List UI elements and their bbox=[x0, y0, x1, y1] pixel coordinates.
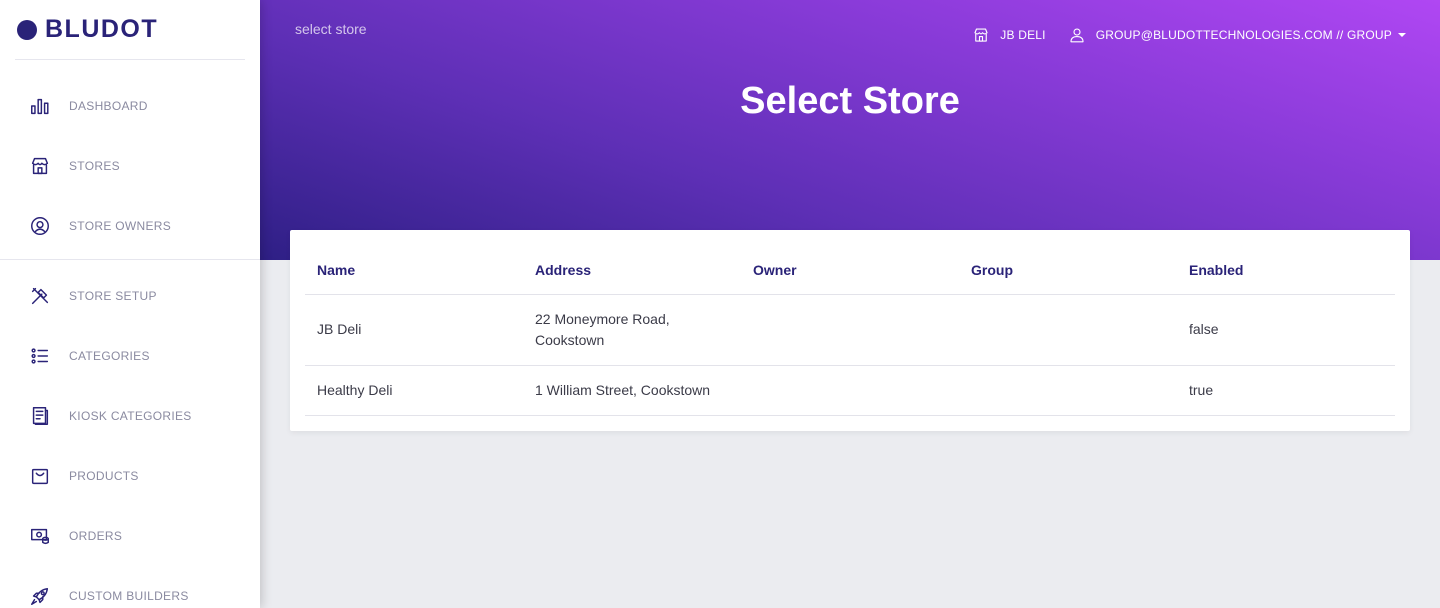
cell-enabled: true bbox=[1177, 365, 1395, 416]
store-icon bbox=[28, 154, 52, 178]
cell-address: 22 Moneymore Road, Cookstown bbox=[523, 294, 741, 366]
logo-dot-icon bbox=[17, 19, 37, 40]
cell-name: Healthy Deli bbox=[305, 365, 523, 416]
cell-address: 1 William Street, Cookstown bbox=[523, 365, 741, 416]
current-store-name: JB DELI bbox=[1000, 28, 1046, 42]
cell-name: JB Deli bbox=[305, 294, 523, 366]
tools-icon bbox=[28, 284, 52, 308]
sidebar-item-label: DASHBOARD bbox=[69, 99, 148, 113]
sidebar-item-stores[interactable]: STORES bbox=[0, 136, 260, 196]
sidebar-item-dashboard[interactable]: DASHBOARD bbox=[0, 76, 260, 136]
column-header-enabled: Enabled bbox=[1177, 230, 1395, 295]
document-icon bbox=[28, 404, 52, 428]
page-title: Select Store bbox=[740, 80, 960, 122]
money-icon bbox=[28, 524, 52, 548]
address-text: 22 Moneymore Road, Cookstown bbox=[535, 310, 670, 348]
table-header-row: Name Address Owner Group Enabled bbox=[305, 230, 1395, 295]
sidebar-item-label: CATEGORIES bbox=[69, 349, 150, 363]
brand-name: BLUDOT bbox=[45, 15, 159, 43]
sidebar-item-label: STORE SETUP bbox=[69, 289, 157, 303]
stores-table-card: Name Address Owner Group Enabled JB Deli… bbox=[290, 230, 1410, 431]
sidebar-item-label: ORDERS bbox=[69, 529, 123, 543]
sidebar-nav-main: DASHBOARD STORES STORE OWNERS bbox=[0, 60, 260, 260]
bar-chart-icon bbox=[28, 94, 52, 118]
user-icon bbox=[1070, 28, 1084, 43]
rocket-icon bbox=[28, 584, 52, 608]
column-header-group: Group bbox=[959, 230, 1177, 295]
top-nav: JB DELI GROUP@BLUDOTTECHNOLOGIES.COM // … bbox=[972, 26, 1406, 44]
user-menu-dropdown[interactable]: GROUP@BLUDOTTECHNOLOGIES.COM // GROUP bbox=[1068, 26, 1406, 44]
sidebar-item-store-owners[interactable]: STORE OWNERS bbox=[0, 196, 260, 256]
sidebar-item-orders[interactable]: ORDERS bbox=[0, 506, 260, 566]
brand-logo[interactable]: BLUDOT bbox=[15, 0, 245, 60]
cell-owner bbox=[741, 365, 959, 416]
sidebar-item-store-setup[interactable]: STORE SETUP bbox=[0, 266, 260, 326]
store-icon bbox=[974, 28, 988, 42]
page-header: select store JB DELI GROUP@BLUDOTTECHNOL… bbox=[260, 0, 1440, 260]
sidebar-item-kiosk-categories[interactable]: KIOSK CATEGORIES bbox=[0, 386, 260, 446]
bag-icon bbox=[28, 464, 52, 488]
cell-group bbox=[959, 365, 1177, 416]
column-header-name: Name bbox=[305, 230, 523, 295]
breadcrumb: select store bbox=[295, 21, 367, 37]
chevron-down-icon bbox=[1398, 33, 1406, 37]
sidebar-item-label: CUSTOM BUILDERS bbox=[69, 589, 189, 603]
owner-icon bbox=[28, 214, 52, 238]
user-email: GROUP@BLUDOTTECHNOLOGIES.COM // GROUP bbox=[1095, 28, 1392, 42]
table-row[interactable]: Healthy Deli 1 William Street, Cookstown… bbox=[305, 365, 1395, 416]
sidebar-item-label: STORE OWNERS bbox=[69, 219, 172, 233]
cell-owner bbox=[741, 294, 959, 366]
cell-enabled: false bbox=[1177, 294, 1395, 366]
sidebar: BLUDOT DASHBOARD STORES STORE OWNERS STO… bbox=[0, 0, 260, 608]
sidebar-item-label: PRODUCTS bbox=[69, 469, 139, 483]
current-store-link[interactable]: JB DELI bbox=[972, 26, 1046, 44]
sidebar-item-label: STORES bbox=[69, 159, 120, 173]
sidebar-item-products[interactable]: PRODUCTS bbox=[0, 446, 260, 506]
sidebar-item-label: KIOSK CATEGORIES bbox=[69, 409, 192, 423]
list-icon bbox=[28, 344, 52, 368]
cell-group bbox=[959, 294, 1177, 366]
column-header-address: Address bbox=[523, 230, 741, 295]
sidebar-nav-setup: STORE SETUP CATEGORIES KIOSK CATEGORIES … bbox=[0, 260, 260, 608]
column-header-owner: Owner bbox=[741, 230, 959, 295]
table-row[interactable]: JB Deli 22 Moneymore Road, Cookstown fal… bbox=[305, 294, 1395, 366]
sidebar-item-categories[interactable]: CATEGORIES bbox=[0, 326, 260, 386]
sidebar-item-custom-builders[interactable]: CUSTOM BUILDERS bbox=[0, 566, 260, 608]
stores-table: Name Address Owner Group Enabled JB Deli… bbox=[305, 230, 1395, 416]
